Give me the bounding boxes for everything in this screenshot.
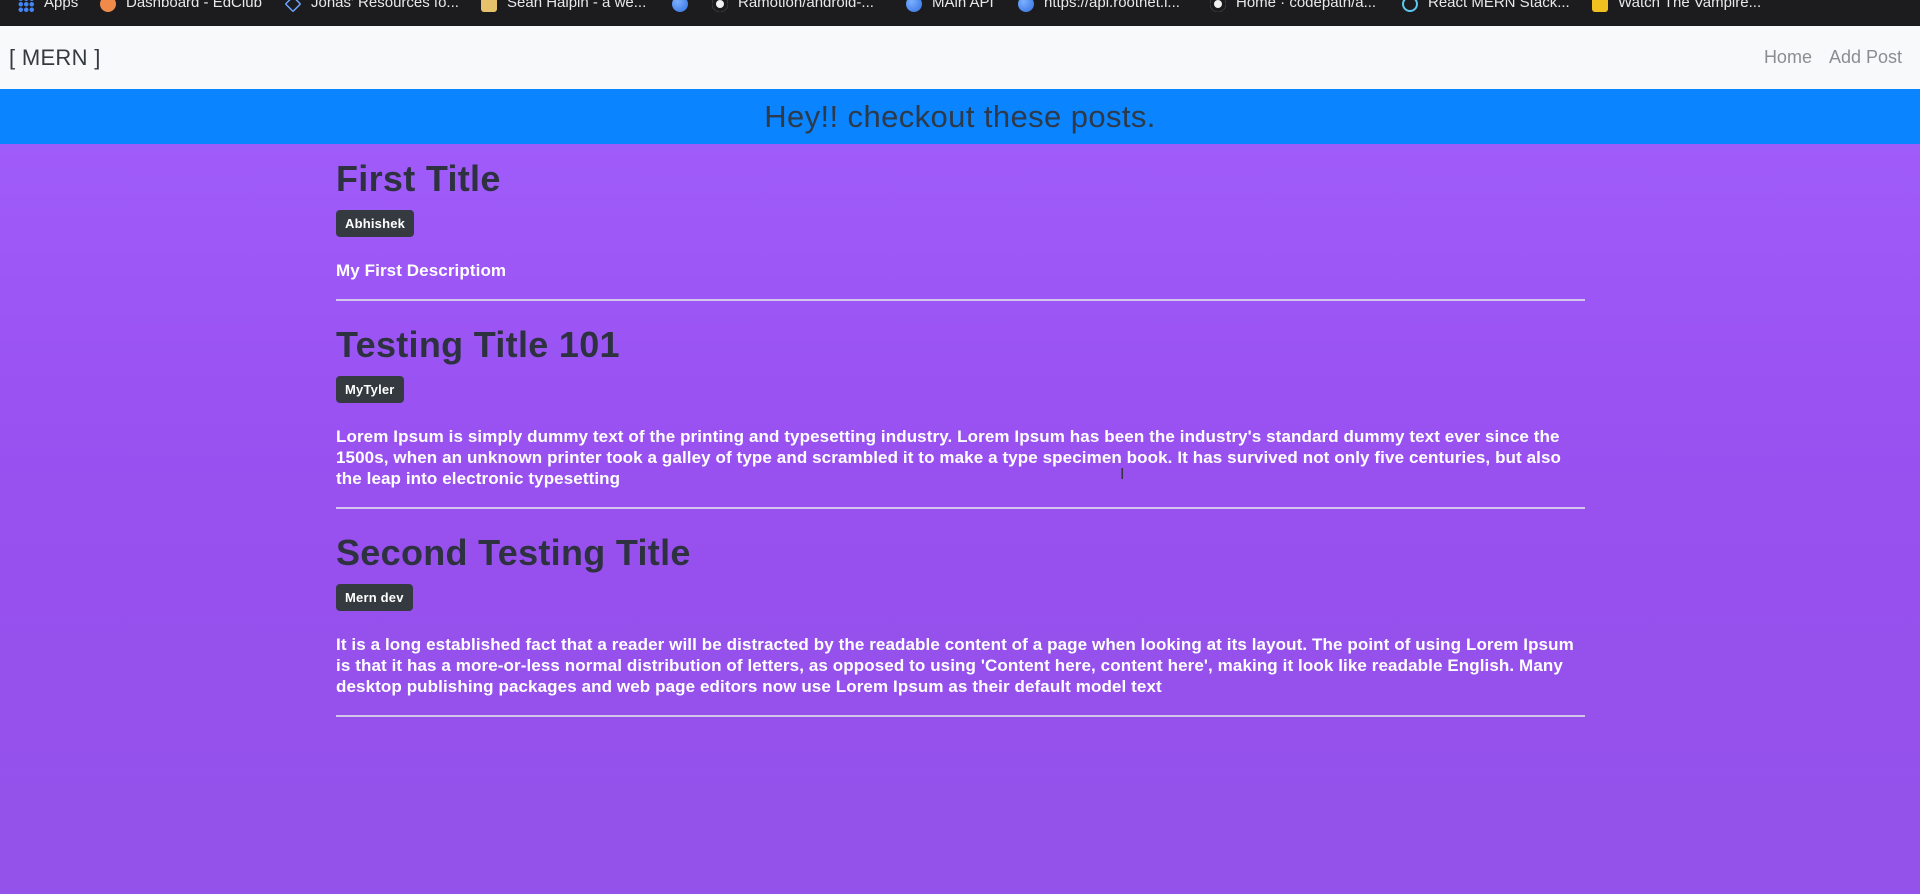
globe-icon <box>906 0 922 12</box>
bookmark-label: Watch The Vampire... <box>1618 0 1762 11</box>
bookmark-edclub[interactable]: Dashboard - EdClub <box>100 0 262 12</box>
post-divider <box>336 299 1585 301</box>
bookmark-react-mern[interactable]: React MERN Stack... <box>1402 0 1570 12</box>
bookmarks-bar: Apps Dashboard - EdClub Jonas' Resources… <box>0 0 1920 26</box>
banner: Hey!! checkout these posts. <box>0 89 1920 144</box>
edclub-icon <box>100 0 116 12</box>
banner-text: Hey!! checkout these posts. <box>764 98 1156 134</box>
author-badge: MyTyler <box>336 376 404 403</box>
bookmark-label: Apps <box>44 0 79 11</box>
bookmark-sean[interactable]: Sean Halpin - a we... <box>481 0 646 12</box>
bookmark-label: https://api.roothet.i... <box>1044 0 1180 11</box>
post-list: First Title Abhishek My First Descriptio… <box>336 144 1585 717</box>
bookmark-roothet[interactable]: https://api.roothet.i... <box>1018 0 1180 12</box>
bookmark-label: MAin API <box>932 0 994 11</box>
post-title: Second Testing Title <box>336 532 691 573</box>
github-icon <box>712 0 728 12</box>
main-content: First Title Abhishek My First Descriptio… <box>0 144 1920 894</box>
post-divider <box>336 507 1585 509</box>
bookmark-label: Jonas' Resources fo... <box>311 0 459 11</box>
author-badge: Mern dev <box>336 584 413 611</box>
nav-link-home[interactable]: Home <box>1764 47 1812 68</box>
post-description: Lorem Ipsum is simply dummy text of the … <box>336 427 1562 488</box>
post-item: Second Testing Title Mern dev It is a lo… <box>336 532 1585 717</box>
bookmark-label: Ramotion/android-... <box>738 0 874 11</box>
apps-grid-icon <box>18 0 34 12</box>
nav-link-add-post[interactable]: Add Post <box>1829 47 1902 68</box>
post-title: Testing Title 101 <box>336 324 620 365</box>
bookmark-label: Dashboard - EdClub <box>126 0 262 11</box>
nav-links: Home Add Post <box>1764 47 1902 68</box>
sean-icon <box>481 0 497 12</box>
post-title: First Title <box>336 158 501 199</box>
brand-logo[interactable]: [ MERN ] <box>9 45 101 71</box>
bookmark-label: Home · codepath/a... <box>1236 0 1377 11</box>
post-item: First Title Abhishek My First Descriptio… <box>336 158 1585 301</box>
author-badge: Abhishek <box>336 210 415 237</box>
post-description: My First Descriptiom <box>336 261 507 280</box>
vampire-icon <box>1592 0 1608 12</box>
bookmark-label: React MERN Stack... <box>1428 0 1570 11</box>
text-cursor-icon: I <box>1120 466 1125 483</box>
post-item: Testing Title 101 MyTyler Lorem Ipsum is… <box>336 324 1585 509</box>
bookmark-label: Sean Halpin - a we... <box>507 0 647 11</box>
post-description: It is a long established fact that a rea… <box>336 635 1574 696</box>
bookmark-vampire[interactable]: Watch The Vampire... <box>1592 0 1761 12</box>
globe-icon <box>1018 0 1034 12</box>
bookmark-jonas[interactable]: Jonas' Resources fo... <box>284 0 459 13</box>
github-icon <box>1210 0 1226 12</box>
jonas-icon <box>284 0 302 13</box>
bookmark-apps[interactable]: Apps <box>18 0 78 12</box>
globe-icon <box>672 0 688 12</box>
bookmark-main-api[interactable]: MAin API <box>906 0 994 12</box>
navbar: [ MERN ] Home Add Post <box>0 26 1920 89</box>
bookmark-ramotion[interactable]: Ramotion/android-... <box>712 0 874 12</box>
post-divider <box>336 715 1585 717</box>
react-icon <box>1402 0 1418 12</box>
bookmark-globe[interactable] <box>672 0 698 12</box>
bookmark-codepath[interactable]: Home · codepath/a... <box>1210 0 1376 12</box>
